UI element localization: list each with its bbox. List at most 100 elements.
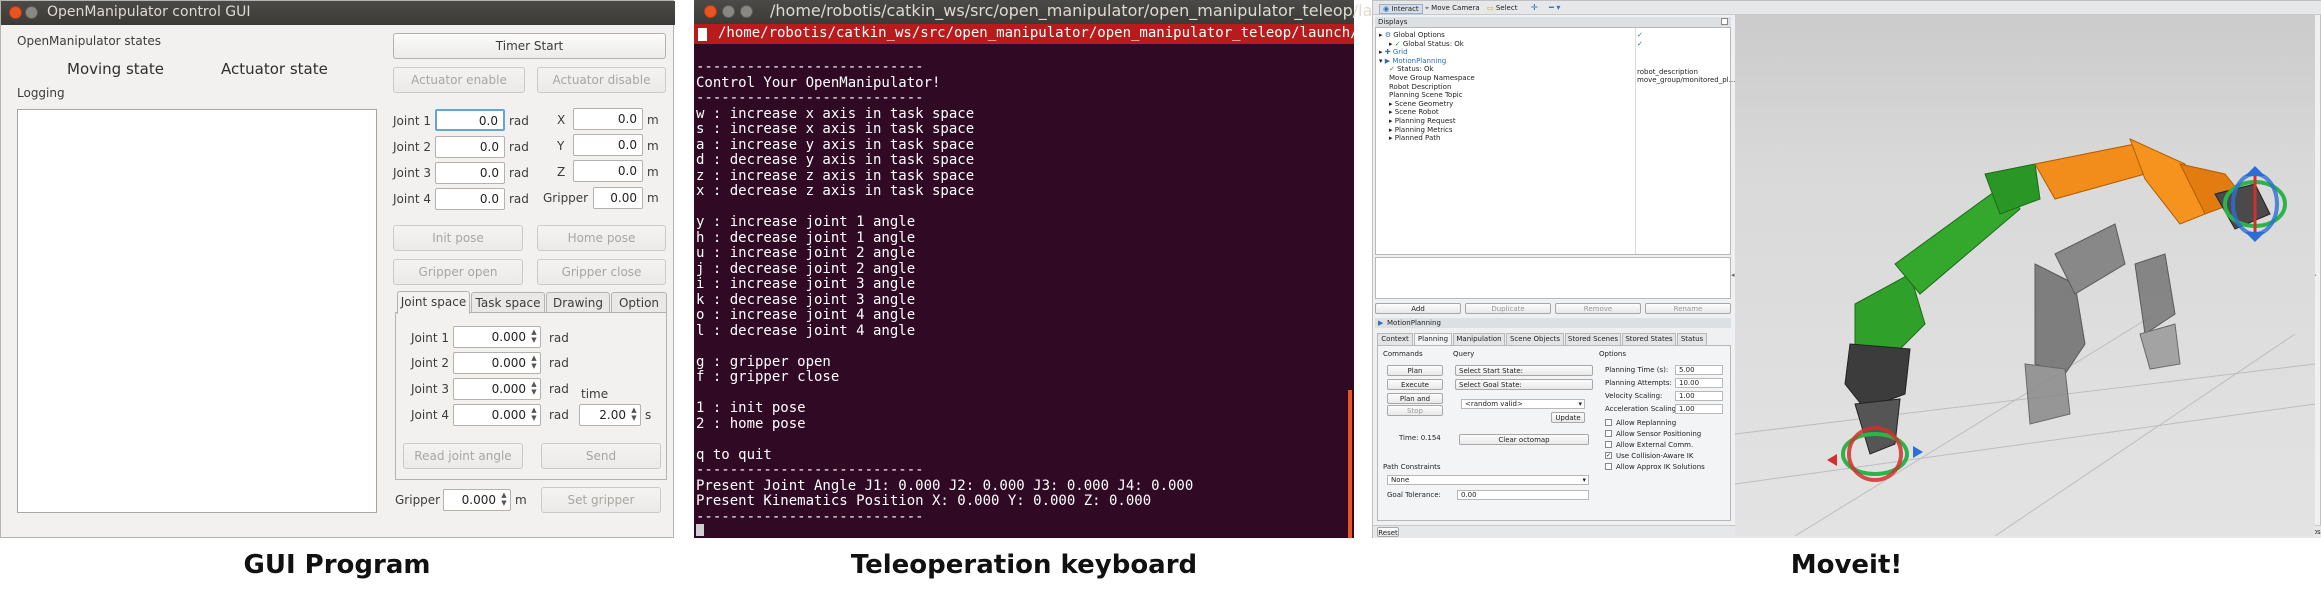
tab-drawing[interactable]: Drawing xyxy=(546,292,610,312)
update-button[interactable]: Update xyxy=(1551,412,1585,423)
mp-tab[interactable]: Scene Objects xyxy=(1506,333,1564,345)
tree-item[interactable]: ▸ ✚ Grid xyxy=(1379,48,1408,56)
init-pose-button[interactable]: Init pose xyxy=(393,225,523,251)
js-joint3-spin[interactable]: 0.000 ▲ ▼ xyxy=(453,378,541,400)
stop-button[interactable]: Stop xyxy=(1387,405,1443,416)
mp-tab[interactable]: Stored States xyxy=(1622,333,1676,345)
measure-icon[interactable]: ━ ▾ xyxy=(1549,3,1560,12)
joint4-field[interactable]: 0.0 xyxy=(435,188,505,210)
logging-box[interactable] xyxy=(17,109,377,513)
mp-tab[interactable]: Stored Scenes xyxy=(1565,333,1621,345)
mp-tab[interactable]: Context xyxy=(1377,333,1413,345)
js-joint2-unit: rad xyxy=(549,356,569,370)
close-icon[interactable] xyxy=(704,5,717,18)
plan-button[interactable]: Plan xyxy=(1387,365,1443,376)
move-camera-tool[interactable]: ⌖ Move Camera xyxy=(1425,4,1480,13)
spin-arrows-icon[interactable]: ▲ ▼ xyxy=(530,380,538,396)
send-button[interactable]: Send xyxy=(541,443,661,469)
mp-tab[interactable]: Planning xyxy=(1414,333,1452,345)
spin-arrows-icon[interactable]: ▲ ▼ xyxy=(500,491,508,507)
option-checkbox[interactable] xyxy=(1605,419,1612,426)
bottom-gripper-spin[interactable]: 0.000 ▲ ▼ xyxy=(443,489,511,511)
tree-item[interactable]: Robot Description xyxy=(1389,83,1451,91)
plan-execute-button[interactable]: Plan and Execute xyxy=(1387,393,1443,413)
home-pose-button[interactable]: Home pose xyxy=(537,225,666,251)
tree-item[interactable]: ▸ ✓ Global Status: Ok xyxy=(1389,40,1464,48)
option-checkbox[interactable] xyxy=(1605,441,1612,448)
tree-item[interactable]: ▸ Planning Metrics xyxy=(1389,126,1453,134)
global-status-check-icon[interactable]: ✓ xyxy=(1637,31,1643,39)
clear-octomap-button[interactable]: Clear octomap xyxy=(1459,434,1589,445)
actuator-disable-button[interactable]: Actuator disable xyxy=(537,67,666,93)
interact-tool[interactable]: ◉ Interact xyxy=(1379,4,1423,14)
time-spin[interactable]: 2.00 ▲ ▼ xyxy=(579,404,641,426)
z-unit: m xyxy=(647,165,659,179)
option-field[interactable]: 5.00 xyxy=(1675,365,1723,375)
maximize-icon[interactable] xyxy=(740,5,753,18)
option-checkbox[interactable] xyxy=(1605,463,1612,470)
minimize-icon[interactable] xyxy=(722,5,735,18)
tree-item[interactable]: ▸ Planned Path xyxy=(1389,134,1440,142)
rename-button[interactable]: Rename xyxy=(1645,303,1731,314)
goal-state-dropdown[interactable]: <random valid> ▾ xyxy=(1461,399,1585,409)
option-checkbox[interactable]: ✓ xyxy=(1605,452,1612,459)
timer-start-button[interactable]: Timer Start xyxy=(393,33,666,59)
joint3-field[interactable]: 0.0 xyxy=(435,162,505,184)
option-field[interactable]: 1.00 xyxy=(1675,404,1723,414)
reset-button[interactable]: Reset xyxy=(1377,527,1399,537)
tree-item[interactable]: ▸ ⚙ Global Options xyxy=(1379,31,1445,39)
path-constraints-value: None xyxy=(1391,476,1410,484)
close-icon[interactable] xyxy=(9,6,22,19)
select-goal-state[interactable]: Select Goal State: xyxy=(1455,379,1593,390)
path-constraints-dropdown[interactable]: None ▾ xyxy=(1387,475,1589,485)
rviz-3d-viewport[interactable] xyxy=(1734,14,2316,537)
add-button[interactable]: Add xyxy=(1375,303,1461,314)
y-field[interactable]: 0.0 xyxy=(573,134,643,156)
tree-item[interactable]: Move Group Namespace xyxy=(1389,74,1475,82)
js-joint2-spin[interactable]: 0.000 ▲ ▼ xyxy=(453,352,541,374)
tree-item[interactable]: ✓ Status: Ok xyxy=(1389,65,1434,73)
option-field[interactable]: 10.00 xyxy=(1675,378,1723,388)
tree-item[interactable]: ▸ Scene Robot xyxy=(1389,108,1439,116)
set-gripper-button[interactable]: Set gripper xyxy=(541,487,661,513)
gripper-close-button[interactable]: Gripper close xyxy=(537,259,666,285)
gripper-field[interactable]: 0.00 xyxy=(593,187,643,209)
select-tool[interactable]: ▭ Select xyxy=(1487,4,1517,12)
remove-button[interactable]: Remove xyxy=(1555,303,1641,314)
joint2-field[interactable]: 0.0 xyxy=(435,136,505,158)
tab-option[interactable]: Option xyxy=(611,292,667,312)
terminal-scrollbar[interactable] xyxy=(1348,390,1352,538)
mp-tab[interactable]: Status xyxy=(1677,333,1707,345)
terminal-command: /home/robotis/catkin_ws/src/open_manipul… xyxy=(718,25,1460,41)
tree-item[interactable]: Planning Scene Topic xyxy=(1389,91,1463,99)
joint1-field[interactable]: 0.0 xyxy=(435,109,505,131)
tree-item[interactable]: ▾ ▶ MotionPlanning xyxy=(1379,57,1446,65)
read-joint-angle-button[interactable]: Read joint angle xyxy=(403,443,523,469)
actuator-enable-button[interactable]: Actuator enable xyxy=(393,67,525,93)
spin-arrows-icon[interactable]: ▲ ▼ xyxy=(630,406,638,422)
tree-item[interactable]: ▸ Planning Request xyxy=(1389,117,1456,125)
execute-button[interactable]: Execute xyxy=(1387,379,1443,390)
js-joint1-spin[interactable]: 0.000 ▲ ▼ xyxy=(453,326,541,348)
spin-arrows-icon[interactable]: ▲ ▼ xyxy=(530,354,538,370)
tab-joint-space[interactable]: Joint space xyxy=(397,291,470,314)
mp-tab[interactable]: Manipulation xyxy=(1453,333,1505,345)
collapse-left-icon[interactable]: ◂ xyxy=(1731,271,1735,279)
gripper-open-button[interactable]: Gripper open xyxy=(393,259,523,285)
focus-icon[interactable]: ✛ xyxy=(1531,3,1538,12)
duplicate-button[interactable]: Duplicate xyxy=(1465,303,1551,314)
spin-arrows-icon[interactable]: ▲ ▼ xyxy=(530,328,538,344)
goal-tolerance-field[interactable]: 0.00 xyxy=(1457,490,1589,500)
grid-check-icon[interactable]: ✓ xyxy=(1637,40,1643,48)
spin-arrows-icon[interactable]: ▲ ▼ xyxy=(530,406,538,422)
x-field[interactable]: 0.0 xyxy=(573,108,643,130)
undock-icon[interactable] xyxy=(1721,18,1728,25)
tab-task-space[interactable]: Task space xyxy=(471,292,545,312)
select-start-state[interactable]: Select Start State: xyxy=(1455,365,1593,376)
minimize-icon[interactable] xyxy=(25,6,38,19)
tree-item[interactable]: ▸ Scene Geometry xyxy=(1389,100,1453,108)
js-joint4-spin[interactable]: 0.000 ▲ ▼ xyxy=(453,404,541,426)
option-field[interactable]: 1.00 xyxy=(1675,391,1723,401)
option-checkbox[interactable] xyxy=(1605,430,1612,437)
z-field[interactable]: 0.0 xyxy=(573,160,643,182)
